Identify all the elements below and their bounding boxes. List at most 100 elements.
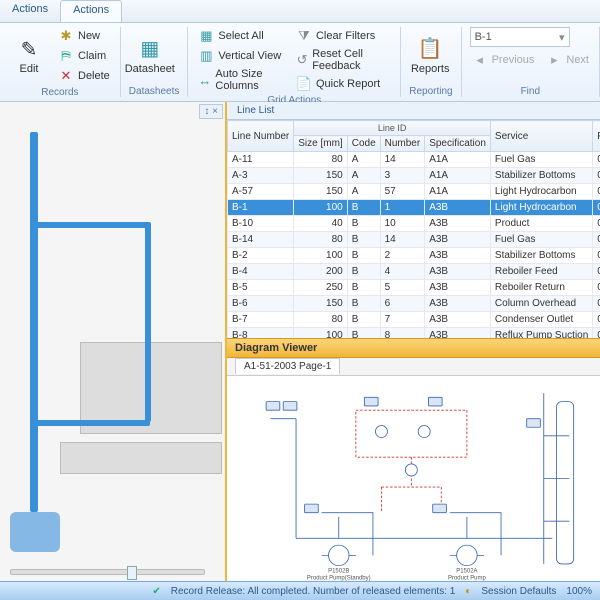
cell[interactable]: 01 (593, 248, 600, 264)
cell[interactable]: A3B (425, 312, 491, 328)
cell[interactable]: Fuel Gas (490, 232, 592, 248)
cell[interactable]: Reboiler Feed (490, 264, 592, 280)
cell[interactable]: A3B (425, 200, 491, 216)
diagram-viewer-header[interactable]: Diagram Viewer (227, 338, 600, 358)
col-number[interactable]: Number (380, 136, 425, 152)
cell[interactable]: 01 (593, 312, 600, 328)
table-row[interactable]: B-2100B2A3BStabilizer Bottoms01 (228, 248, 600, 264)
cell[interactable]: B (347, 296, 380, 312)
cell[interactable]: A1A (425, 168, 491, 184)
table-row[interactable]: B-1480B14A3BFuel Gas01 (228, 232, 600, 248)
table-row[interactable]: A-1180A14A1AFuel Gas01 (228, 152, 600, 168)
edit-button[interactable]: ✎Edit (8, 27, 50, 85)
cell[interactable]: 01 (593, 232, 600, 248)
col-area[interactable]: ProcessArea (593, 121, 600, 152)
slider-3d[interactable] (10, 569, 205, 575)
cell[interactable]: B (347, 216, 380, 232)
cell[interactable]: 100 (294, 328, 347, 339)
cell[interactable]: 01 (593, 264, 600, 280)
cell[interactable]: 150 (294, 184, 347, 200)
cell[interactable]: 150 (294, 296, 347, 312)
cell[interactable]: 01 (593, 216, 600, 232)
table-row[interactable]: A-3150A3A1AStabilizer Bottoms01 (228, 168, 600, 184)
reports-button[interactable]: 📋Reports (409, 27, 451, 84)
cell[interactable]: A3B (425, 328, 491, 339)
col-linenumber[interactable]: Line Number (228, 121, 294, 152)
cell[interactable]: A (347, 184, 380, 200)
cell[interactable]: B-1 (228, 200, 294, 216)
cell[interactable]: B (347, 264, 380, 280)
cell[interactable]: 3 (380, 168, 425, 184)
cell[interactable]: A3B (425, 248, 491, 264)
datasheet-button[interactable]: ▦Datasheet (129, 27, 171, 84)
cell[interactable]: B (347, 312, 380, 328)
cell[interactable]: 01 (593, 168, 600, 184)
reset-feedback-button[interactable]: ↺Reset Cell Feedback (294, 47, 392, 73)
cell[interactable]: 01 (593, 328, 600, 339)
table-row[interactable]: B-8100B8A3BReflux Pump Suction01 (228, 328, 600, 339)
cell[interactable]: Column Overhead (490, 296, 592, 312)
tab-actions-1[interactable]: Actions (0, 0, 60, 22)
cell[interactable]: Fuel Gas (490, 152, 592, 168)
new-button[interactable]: ✱New (56, 27, 112, 45)
cell[interactable]: 14 (380, 232, 425, 248)
cell[interactable]: 2 (380, 248, 425, 264)
pane-3d-view[interactable]: ↕ × (0, 102, 227, 581)
cell[interactable]: 80 (294, 152, 347, 168)
cell[interactable]: B-8 (228, 328, 294, 339)
cell[interactable]: B-10 (228, 216, 294, 232)
table-row[interactable]: B-4200B4A3BReboiler Feed01 (228, 264, 600, 280)
col-service[interactable]: Service (490, 121, 592, 152)
find-next-button[interactable]: ▸Next (544, 51, 591, 69)
cell[interactable]: 250 (294, 280, 347, 296)
cell[interactable]: 4 (380, 264, 425, 280)
table-row[interactable]: B-6150B6A3BColumn Overhead01 (228, 296, 600, 312)
cell[interactable]: B-7 (228, 312, 294, 328)
cell[interactable]: A-3 (228, 168, 294, 184)
col-spec[interactable]: Specification (425, 136, 491, 152)
cell[interactable]: B (347, 232, 380, 248)
cell[interactable]: 01 (593, 152, 600, 168)
autosize-button[interactable]: ↔Auto Size Columns (196, 67, 288, 93)
clear-filters-button[interactable]: ⧩Clear Filters (294, 27, 392, 45)
cell[interactable]: 7 (380, 312, 425, 328)
col-code[interactable]: Code (347, 136, 380, 152)
cell[interactable]: A3B (425, 216, 491, 232)
cell[interactable]: 100 (294, 248, 347, 264)
cell[interactable]: B-6 (228, 296, 294, 312)
status-zoom[interactable]: 100% (566, 586, 592, 597)
table-row[interactable]: B-1040B10A3BProduct01 (228, 216, 600, 232)
cell[interactable]: A-57 (228, 184, 294, 200)
vertical-view-button[interactable]: ▥Vertical View (196, 47, 288, 65)
find-input[interactable]: B-1▾ (470, 27, 570, 47)
slider-thumb[interactable] (127, 566, 137, 580)
cell[interactable]: 1 (380, 200, 425, 216)
status-defaults-icon[interactable]: ◐ (465, 586, 471, 597)
cell[interactable]: B-4 (228, 264, 294, 280)
table-row[interactable]: B-1100B1A3BLight Hydrocarbon01 (228, 200, 600, 216)
cell[interactable]: B (347, 200, 380, 216)
cell[interactable]: B-5 (228, 280, 294, 296)
cell[interactable]: B (347, 248, 380, 264)
cell[interactable]: 10 (380, 216, 425, 232)
cell[interactable]: A3B (425, 296, 491, 312)
diagram-doc-tab[interactable]: A1-51-2003 Page-1 (235, 358, 340, 374)
cell[interactable]: 01 (593, 184, 600, 200)
linelist-tab[interactable]: Line List (227, 102, 600, 120)
cell[interactable]: 01 (593, 200, 600, 216)
cell[interactable]: 01 (593, 296, 600, 312)
diagram-canvas[interactable]: P1502B Product Pump(Standby) P1502A Prod… (227, 376, 600, 581)
cell[interactable]: A3B (425, 232, 491, 248)
table-row[interactable]: B-780B7A3BCondenser Outlet01 (228, 312, 600, 328)
cell[interactable]: Stabilizer Bottoms (490, 248, 592, 264)
cell[interactable]: A (347, 168, 380, 184)
cell[interactable]: 80 (294, 312, 347, 328)
cell[interactable]: 40 (294, 216, 347, 232)
cell[interactable]: 8 (380, 328, 425, 339)
cell[interactable]: 01 (593, 280, 600, 296)
cell[interactable]: 57 (380, 184, 425, 200)
cell[interactable]: A1A (425, 184, 491, 200)
cell[interactable]: Product (490, 216, 592, 232)
cell[interactable]: B-2 (228, 248, 294, 264)
dropdown-icon[interactable]: ▾ (559, 31, 565, 44)
